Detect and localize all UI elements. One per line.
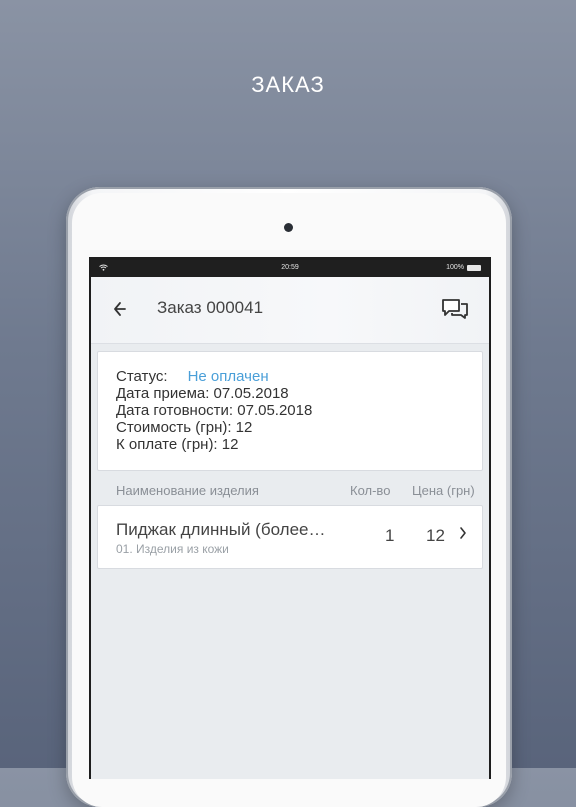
- item-name: Пиджак длинный (более…: [116, 520, 326, 539]
- page-title: Заказ 000041: [157, 298, 264, 317]
- chevron-right-icon: [458, 524, 468, 547]
- amount-to-pay: К оплате (грн): 12: [116, 436, 239, 453]
- ready-date: Дата готовности: 07.05.2018: [116, 402, 313, 419]
- battery-indicator: 100%: [446, 264, 481, 271]
- column-header-price: Цена (грн): [412, 483, 475, 498]
- order-cost: Стоимость (грн): 12: [116, 419, 253, 436]
- status-time: 20:59: [281, 264, 299, 271]
- status-bar: 20:59 100%: [91, 259, 489, 277]
- accept-date: Дата приема: 07.05.2018: [116, 385, 289, 402]
- chat-button[interactable]: [441, 297, 469, 321]
- order-info-card: Статус: Не оплачен Дата приема: 07.05.201…: [97, 351, 483, 471]
- status-row: Статус: Не оплачен: [116, 368, 312, 385]
- battery-icon: [467, 264, 481, 271]
- status-badge: Не оплачен: [187, 368, 269, 385]
- chat-bubbles-icon: [442, 299, 468, 319]
- camera-dot: [284, 223, 293, 232]
- column-header-name: Наименование изделия: [116, 483, 259, 498]
- battery-percent: 100%: [446, 264, 464, 271]
- column-header-qty: Кол-во: [350, 483, 391, 498]
- items-table-header: Наименование изделия Кол-во Цена (грн): [91, 477, 489, 503]
- item-price: 12: [426, 526, 445, 545]
- device-screen: 20:59 100% Заказ 000041 Статус: Не оплаче…: [89, 257, 491, 779]
- item-category: 01. Изделия из кожи: [116, 542, 229, 556]
- item-qty: 1: [385, 526, 395, 545]
- back-button[interactable]: [111, 297, 135, 321]
- app-bar: Заказ 000041: [91, 277, 489, 344]
- back-arrow-icon: [114, 302, 126, 316]
- page-headline: ЗАКАЗ: [251, 72, 325, 97]
- status-label: Статус:: [116, 368, 168, 385]
- list-item[interactable]: Пиджак длинный (более… 01. Изделия из ко…: [97, 505, 483, 569]
